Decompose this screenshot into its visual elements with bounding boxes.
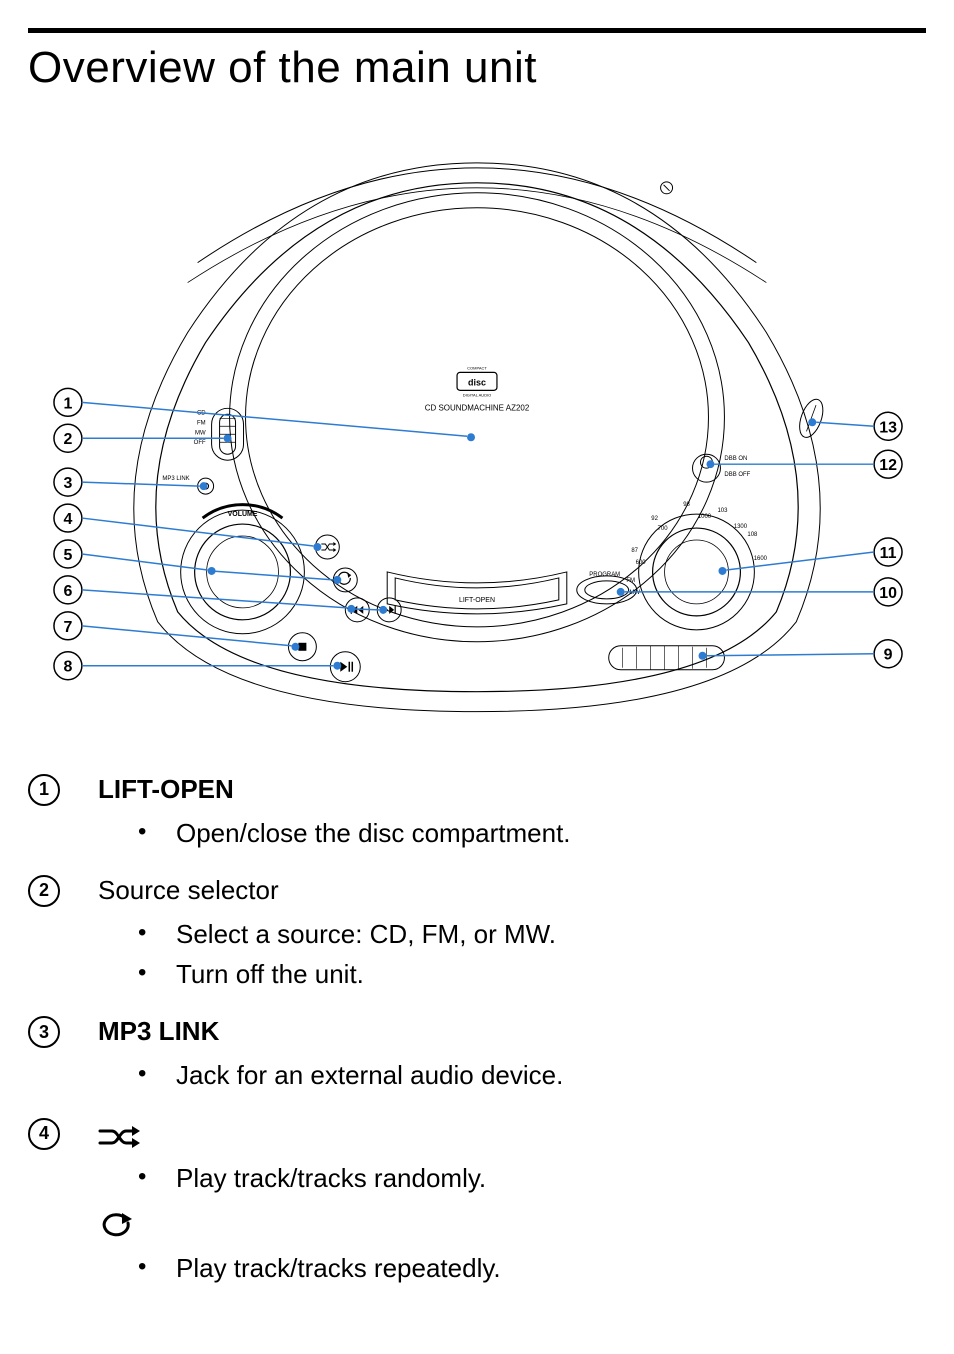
compact-disc-logo: disc COMPACT DIGITAL AUDIO: [457, 365, 497, 397]
def-bullets: Jack for an external audio device.: [98, 1055, 926, 1095]
svg-text:1600: 1600: [754, 556, 768, 562]
def-title: MP3 LINK: [98, 1016, 926, 1047]
svg-text:DIGITAL AUDIO: DIGITAL AUDIO: [463, 392, 492, 397]
def-bullet: Play track/tracks randomly.: [138, 1158, 926, 1198]
def-bullet: Play track/tracks repeatedly.: [138, 1248, 926, 1288]
def-number: 3: [28, 1014, 98, 1048]
def-body: Source selector Select a source: CD, FM,…: [98, 873, 926, 1009]
svg-text:MW: MW: [195, 430, 206, 436]
svg-text:98: 98: [683, 502, 690, 508]
def-bullet: Jack for an external audio device.: [138, 1055, 926, 1095]
svg-text:7: 7: [63, 619, 72, 636]
svg-text:700: 700: [658, 526, 669, 532]
svg-text:PROGRAM: PROGRAM: [589, 572, 620, 578]
svg-text:FM: FM: [197, 420, 206, 426]
def-bullets: Open/close the disc compartment.: [98, 813, 926, 853]
def-bullets: Select a source: CD, FM, or MW. Turn off…: [98, 914, 926, 995]
def-title: LIFT-OPEN: [98, 774, 926, 805]
shuffle-icon: [98, 1122, 144, 1152]
def-number: 4: [28, 1116, 98, 1150]
circled-number: 3: [28, 1016, 60, 1048]
page-title: Overview of the main unit: [28, 43, 926, 93]
svg-text:COMPACT: COMPACT: [467, 365, 487, 370]
def-body: MP3 LINK Jack for an external audio devi…: [98, 1014, 926, 1109]
model-label: CD SOUNDMACHINE AZ202: [425, 403, 530, 412]
svg-text:10: 10: [879, 585, 897, 602]
svg-text:11: 11: [880, 545, 897, 562]
svg-text:3: 3: [63, 475, 72, 492]
speaker-grille: [609, 646, 725, 670]
svg-text:5: 5: [63, 547, 72, 564]
def-bullet: Turn off the unit.: [138, 954, 926, 994]
repeat-icon: [98, 1212, 138, 1242]
svg-text:disc: disc: [468, 377, 486, 387]
def-item-3: 3 MP3 LINK Jack for an external audio de…: [28, 1014, 926, 1109]
circled-number: 1: [28, 774, 60, 806]
svg-text:92: 92: [651, 516, 658, 522]
lift-open-label: LIFT-OPEN: [459, 597, 495, 604]
antenna: [795, 396, 827, 440]
svg-text:87: 87: [631, 548, 638, 554]
def-bullets: Play track/tracks randomly.: [98, 1158, 926, 1198]
svg-text:VOLUME: VOLUME: [228, 511, 258, 518]
manual-page: Overview of the main unit disc COMPACT D…: [0, 0, 954, 1338]
def-title: Source selector: [98, 875, 926, 906]
unit-diagram: disc COMPACT DIGITAL AUDIO CD SOUNDMACHI…: [28, 103, 926, 742]
def-number: 1: [28, 772, 98, 806]
svg-text:12: 12: [879, 457, 897, 474]
top-rule: [28, 28, 926, 33]
def-bullet: Select a source: CD, FM, or MW.: [138, 914, 926, 954]
def-body: Play track/tracks randomly. Play track/t…: [98, 1116, 926, 1303]
svg-text:MP3 LINK: MP3 LINK: [162, 476, 189, 482]
svg-text:600: 600: [636, 560, 647, 566]
svg-text:DBB ON: DBB ON: [724, 456, 747, 462]
definitions-list: 1 LIFT-OPEN Open/close the disc compartm…: [28, 772, 926, 1303]
svg-text:FM: FM: [626, 578, 635, 584]
def-bullets: Play track/tracks repeatedly.: [98, 1248, 926, 1288]
svg-text:6: 6: [63, 583, 72, 600]
def-item-4: 4 Play track/tracks randomly.: [28, 1116, 926, 1303]
svg-text:1: 1: [63, 395, 72, 412]
circled-number: 4: [28, 1118, 60, 1150]
def-bullet: Open/close the disc compartment.: [138, 813, 926, 853]
svg-text:1300: 1300: [734, 524, 748, 530]
tuning-knob: 87 92 98 103 108 600 700 1000 1300 1600 …: [626, 502, 767, 630]
svg-text:OFF: OFF: [194, 440, 206, 446]
svg-text:13: 13: [879, 419, 897, 436]
def-body: LIFT-OPEN Open/close the disc compartmen…: [98, 772, 926, 867]
def-item-2: 2 Source selector Select a source: CD, F…: [28, 873, 926, 1009]
svg-text:DBB OFF: DBB OFF: [724, 472, 750, 478]
svg-text:103: 103: [717, 508, 728, 514]
svg-text:4: 4: [63, 511, 72, 528]
svg-text:2: 2: [63, 431, 72, 448]
svg-text:1000: 1000: [698, 514, 712, 520]
svg-text:9: 9: [884, 647, 893, 664]
def-number: 2: [28, 873, 98, 907]
circled-number: 2: [28, 875, 60, 907]
def-item-1: 1 LIFT-OPEN Open/close the disc compartm…: [28, 772, 926, 867]
svg-text:108: 108: [747, 532, 758, 538]
svg-text:8: 8: [63, 659, 72, 676]
